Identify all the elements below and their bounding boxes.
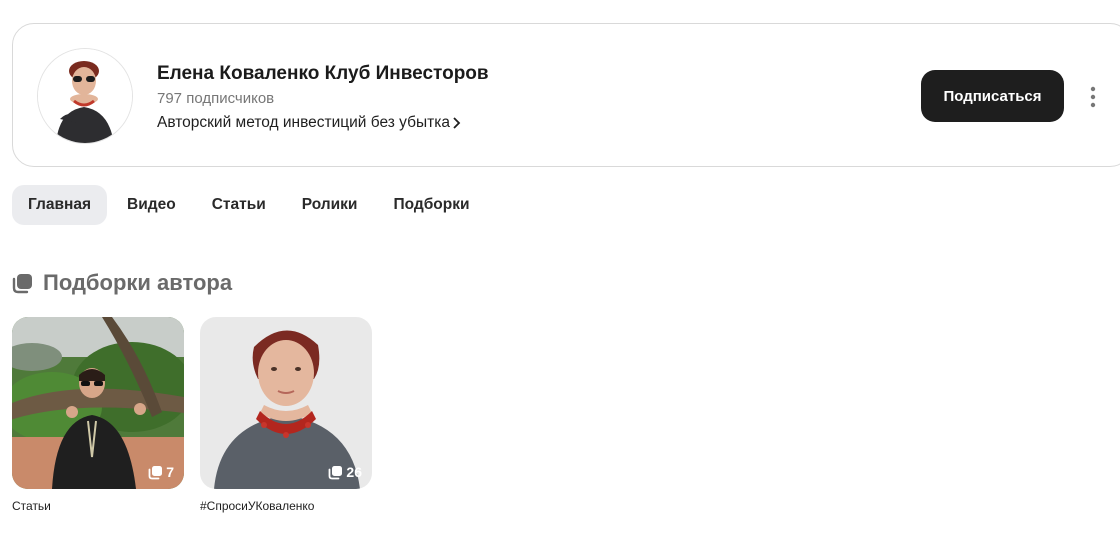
collection-card[interactable]: 7 Статьи <box>12 317 184 513</box>
subscribe-button[interactable]: Подписаться <box>921 70 1064 122</box>
stack-icon <box>148 465 163 479</box>
channel-header-card: Елена Коваленко Клуб Инвесторов 797 подп… <box>12 23 1120 167</box>
stack-icon <box>329 465 343 479</box>
collection-card[interactable]: 26 #СпросиУКоваленко <box>200 317 372 513</box>
tab-articles[interactable]: Статьи <box>196 185 282 225</box>
channel-description: Авторский метод инвестиций без убытка <box>157 114 450 131</box>
tab-video[interactable]: Видео <box>111 185 192 225</box>
collection-count: 26 <box>346 464 362 480</box>
collection-thumbnail[interactable]: 26 <box>200 317 372 489</box>
more-options-button[interactable] <box>1083 84 1103 110</box>
channel-avatar[interactable] <box>37 48 133 144</box>
channel-description-link[interactable]: Авторский метод инвестиций без убытка <box>157 114 462 132</box>
collection-thumbnail[interactable]: 7 <box>12 317 184 489</box>
collection-title[interactable]: #СпросиУКоваленко <box>200 499 372 513</box>
subscriber-count: 797 подписчиков <box>157 90 275 107</box>
tab-shorts[interactable]: Ролики <box>286 185 374 225</box>
section-title: Подборки автора <box>43 270 233 295</box>
tab-collections[interactable]: Подборки <box>377 185 485 225</box>
collection-title[interactable]: Статьи <box>12 499 184 513</box>
channel-tabs: Главная Видео Статьи Ролики Подборки <box>12 185 490 225</box>
avatar-photo <box>38 49 132 143</box>
more-vertical-icon <box>1090 86 1096 108</box>
collection-count-badge: 26 <box>328 464 362 480</box>
collection-count-badge: 7 <box>148 464 174 480</box>
section-header: Подборки автора <box>12 270 232 296</box>
collection-icon <box>12 273 32 293</box>
collection-count: 7 <box>166 464 174 480</box>
chevron-right-icon <box>453 117 461 129</box>
channel-name[interactable]: Елена Коваленко Клуб Инвесторов <box>157 63 489 85</box>
tab-home[interactable]: Главная <box>12 185 108 225</box>
